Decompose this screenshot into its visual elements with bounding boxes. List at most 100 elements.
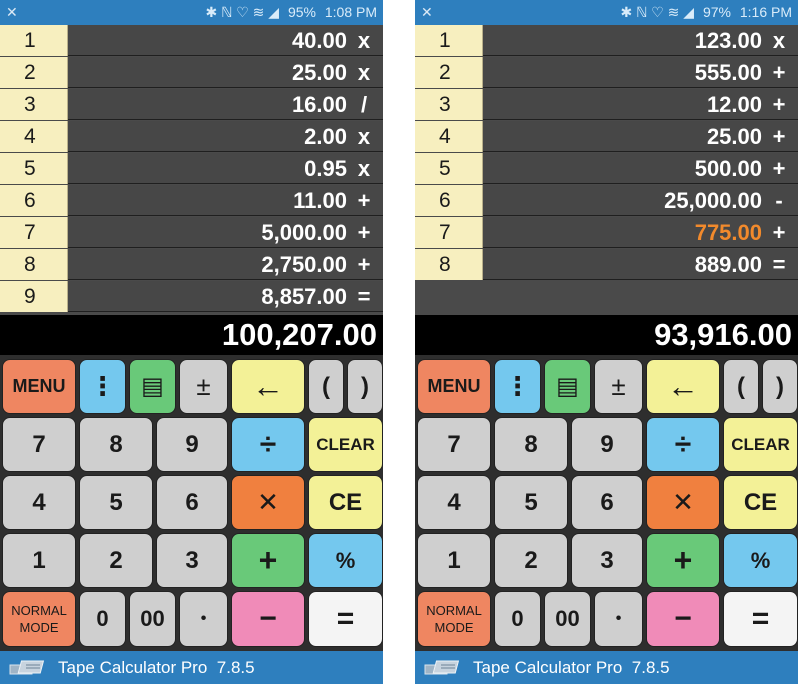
tape-view-button[interactable]: ▤ [129, 359, 176, 414]
tape-list[interactable]: 1 123.00 x 2 555.00 +3 12.00 +4 25.00 +5 500.00 +6 2… [415, 25, 798, 315]
decimal-point-button[interactable]: • [179, 591, 228, 647]
digit-5-button[interactable]: 5 [79, 475, 153, 530]
more-options-button[interactable]: ⋮ [494, 359, 541, 414]
digit-9-button[interactable]: 9 [571, 417, 643, 472]
clear-entry-button[interactable]: CE [308, 475, 383, 530]
digit-4-button[interactable]: 4 [2, 475, 76, 530]
normal-mode-button[interactable]: NORMAL MODE [2, 591, 76, 647]
tape-row[interactable]: 7 5,000.00 + [0, 217, 383, 248]
tape-row-operator: + [772, 124, 786, 149]
close-paren-button[interactable]: ) [762, 359, 798, 414]
tape-row[interactable]: 3 16.00 / [0, 89, 383, 120]
tape-row-value: 555.00 [694, 60, 762, 85]
digit-3-button[interactable]: 3 [571, 533, 643, 588]
tape-row[interactable]: 6 11.00 + [0, 185, 383, 216]
digit-0-button[interactable]: 0 [79, 591, 126, 647]
digit-7-button[interactable]: 7 [2, 417, 76, 472]
normal-mode-label-bottom: MODE [434, 620, 474, 635]
digit-1-button[interactable]: 1 [417, 533, 491, 588]
tape-row[interactable]: 8 2,750.00 + [0, 249, 383, 280]
running-total: 93,916.00 [415, 315, 798, 355]
minus-button[interactable]: − [646, 591, 720, 647]
clear-button[interactable]: CLEAR [723, 417, 798, 472]
tape-row[interactable]: 6 25,000.00- [415, 185, 798, 216]
tape-row-value: 889.00 [694, 252, 762, 277]
tape-list[interactable]: 1 40.00 x 2 25.00 x 3 16.00 / 4 2.00 x 5 0.95 x 6 11.00 +… [0, 25, 383, 315]
menu-button[interactable]: MENU [417, 359, 491, 414]
tape-row[interactable]: 5 0.95 x [0, 153, 383, 184]
clear-entry-button[interactable]: CE [723, 475, 798, 530]
digit-6-button[interactable]: 6 [156, 475, 228, 530]
tape-row-index: 2 [415, 57, 483, 88]
tape-row-value: 2.00 [304, 124, 347, 149]
plus-button[interactable]: + [231, 533, 305, 588]
tape-row[interactable]: 1 123.00 x [415, 25, 798, 56]
open-paren-button[interactable]: ( [723, 359, 759, 414]
minus-button[interactable]: − [231, 591, 305, 647]
digit-2-button[interactable]: 2 [79, 533, 153, 588]
tape-view-button[interactable]: ▤ [544, 359, 591, 414]
backspace-button[interactable]: ← [646, 359, 720, 414]
tape-row[interactable]: 2 25.00 x [0, 57, 383, 88]
divide-button[interactable]: ÷ [231, 417, 305, 472]
notification-icon: ✕ [6, 4, 18, 20]
more-options-button[interactable]: ⋮ [79, 359, 126, 414]
digit-6-button[interactable]: 6 [571, 475, 643, 530]
clock: 1:16 PM [739, 4, 792, 20]
tape-row[interactable]: 2 555.00 + [415, 57, 798, 88]
divide-button[interactable]: ÷ [646, 417, 720, 472]
tape-row[interactable]: 1 40.00 x [0, 25, 383, 56]
multiply-button[interactable]: ✕ [231, 475, 305, 530]
tape-row[interactable]: 4 2.00 x [0, 121, 383, 152]
tape-row-value: 25.00 [706, 124, 762, 149]
tape-row[interactable]: 7 775.00 + [415, 217, 798, 248]
tape-row-index: 5 [415, 153, 483, 184]
plus-button[interactable]: + [646, 533, 720, 588]
tape-row[interactable]: 4 25.00 + [415, 121, 798, 152]
percent-button[interactable]: % [723, 533, 798, 588]
digit-5-button[interactable]: 5 [494, 475, 568, 530]
normal-mode-label-top: NORMAL [11, 603, 67, 618]
app-title: Tape Calculator Pro [58, 658, 208, 677]
tape-row-value: 16.00 [291, 92, 347, 117]
plus-minus-button[interactable]: ± [179, 359, 228, 414]
digit-8-button[interactable]: 8 [79, 417, 153, 472]
clock: 1:08 PM [324, 4, 377, 20]
digit-3-button[interactable]: 3 [156, 533, 228, 588]
digit-8-button[interactable]: 8 [494, 417, 568, 472]
tape-row-operator: x [357, 60, 371, 85]
tape-row-operator: + [772, 92, 786, 117]
digit-4-button[interactable]: 4 [417, 475, 491, 530]
tape-row[interactable]: 3 12.00 + [415, 89, 798, 120]
clear-button[interactable]: CLEAR [308, 417, 383, 472]
equals-button[interactable]: = [723, 591, 798, 647]
menu-button[interactable]: MENU [2, 359, 76, 414]
double-zero-button[interactable]: 00 [129, 591, 176, 647]
double-zero-button[interactable]: 00 [544, 591, 591, 647]
tape-row-value: 500.00 [694, 156, 762, 181]
tape-icon: ▤ [141, 373, 164, 400]
digit-1-button[interactable]: 1 [2, 533, 76, 588]
percent-button[interactable]: % [308, 533, 383, 588]
tape-row[interactable]: 9 8,857.00 = [0, 281, 383, 312]
tape-row-index: 9 [0, 281, 68, 312]
tape-row[interactable]: 8 889.00 = [415, 249, 798, 280]
multiply-button[interactable]: ✕ [646, 475, 720, 530]
normal-mode-button[interactable]: NORMAL MODE [417, 591, 491, 647]
tape-row[interactable]: 5 500.00 + [415, 153, 798, 184]
tape-row-operator: + [772, 60, 786, 85]
tape-row-operator: + [772, 220, 786, 245]
decimal-point-button[interactable]: • [594, 591, 643, 647]
digit-2-button[interactable]: 2 [494, 533, 568, 588]
plus-minus-button[interactable]: ± [594, 359, 643, 414]
digit-0-button[interactable]: 0 [494, 591, 541, 647]
status-bar: ✕ ✱ ℕ ♡ ≋ ◢ 95% 1:08 PM [0, 0, 383, 25]
battery-level: 95% [287, 4, 316, 20]
keypad: MENU ⋮ ▤ ± ← ( ) 7 8 9 ÷ CLEAR 4 5 6 ✕ C… [415, 355, 798, 650]
open-paren-button[interactable]: ( [308, 359, 344, 414]
equals-button[interactable]: = [308, 591, 383, 647]
backspace-button[interactable]: ← [231, 359, 305, 414]
close-paren-button[interactable]: ) [347, 359, 383, 414]
digit-7-button[interactable]: 7 [417, 417, 491, 472]
digit-9-button[interactable]: 9 [156, 417, 228, 472]
